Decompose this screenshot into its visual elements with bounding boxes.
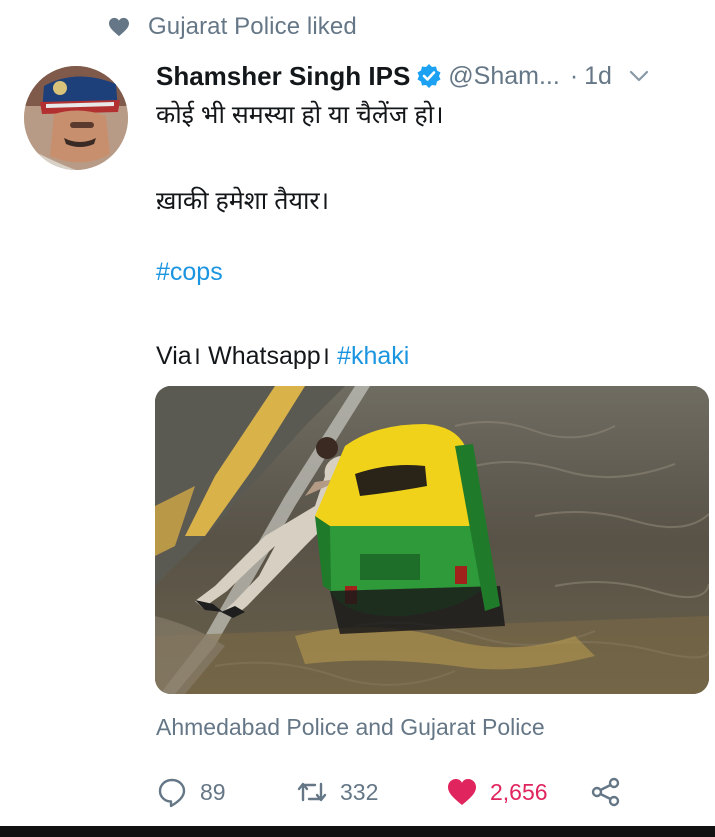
retweet-button[interactable]: 332 — [296, 772, 378, 812]
action-bar: 89 332 2,656 — [156, 772, 656, 812]
reply-icon — [158, 778, 186, 808]
separator-dot: · — [569, 61, 579, 90]
tagged-users[interactable]: Ahmedabad Police and Gujarat Police — [156, 714, 545, 741]
retweet-icon — [297, 782, 327, 802]
reply-count: 89 — [200, 778, 226, 805]
tweet-text-line-1: कोई भी समस्या हो या चैलेंज हो। — [156, 101, 444, 129]
tweet-text-line-2: ख़ाकी हमेशा तैयार। — [156, 187, 330, 215]
verified-badge-icon — [417, 64, 441, 88]
chevron-down-icon[interactable] — [626, 63, 652, 89]
avatar-image — [24, 66, 128, 170]
reply-button[interactable]: 89 — [156, 772, 226, 812]
like-heart-icon — [448, 779, 476, 805]
timestamp[interactable]: 1d — [584, 62, 612, 91]
tweet-photo[interactable] — [155, 386, 709, 694]
tweet-header: Shamsher Singh IPS @Sham... · 1d — [156, 56, 701, 96]
social-context-text: Gujarat Police liked — [148, 13, 357, 40]
retweet-count: 332 — [340, 778, 379, 805]
avatar[interactable] — [24, 66, 128, 170]
via-text: Via। Whatsapp। — [156, 342, 338, 370]
heart-icon — [109, 17, 129, 37]
photo-image — [155, 386, 709, 694]
like-button[interactable]: 2,656 — [446, 772, 548, 812]
author-handle[interactable]: @Sham... — [448, 62, 560, 91]
hashtag-khaki[interactable]: #khaki — [337, 342, 409, 370]
hashtag-cops-line: #cops — [156, 258, 223, 287]
bottom-divider — [0, 826, 715, 837]
like-count: 2,656 — [490, 778, 548, 805]
author-name[interactable]: Shamsher Singh IPS — [156, 61, 410, 92]
share-icon — [591, 777, 620, 807]
tweet-text-line-4: Via। Whatsapp। #khaki — [156, 338, 409, 372]
hashtag-cops[interactable]: #cops — [156, 258, 223, 286]
share-button[interactable] — [590, 772, 622, 812]
social-context[interactable]: Gujarat Police liked — [108, 12, 357, 42]
